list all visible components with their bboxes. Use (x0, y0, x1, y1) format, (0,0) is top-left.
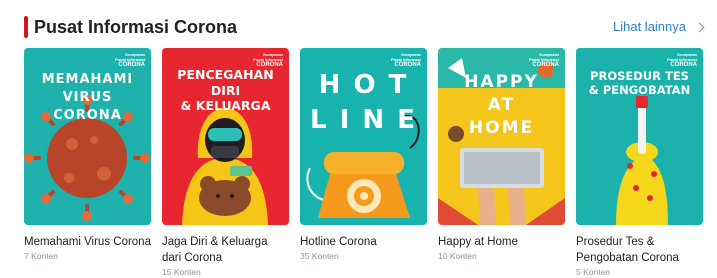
card-hotline-corona[interactable]: Kumparan Pusat Informasi CORONA H O T L … (300, 48, 427, 278)
card-content-count: 7 Konten (24, 251, 59, 261)
cover-headline: HAPPY AT HOME (464, 72, 539, 138)
see-more-link[interactable]: Lihat lainnya (613, 18, 705, 36)
cover-brand-badge: Kumparan Pusat Informasi CORONA (666, 52, 697, 68)
card-title[interactable]: Happy at Home (438, 234, 565, 250)
card-title[interactable]: Memahami Virus Corona (24, 234, 151, 250)
card-content-count: 35 Konten (300, 251, 339, 261)
card-content-count: 5 Konten (576, 267, 611, 277)
cover-brand-badge: Kumparan Pusat Informasi CORONA (528, 52, 559, 68)
card-happy-at-home[interactable]: Kumparan Pusat Informasi CORONA HAPPY AT… (438, 48, 565, 278)
cover-brand-badge: Kumparan Pusat Informasi CORONA (390, 52, 421, 68)
card-content-count: 15 Konten (162, 267, 201, 277)
card-content-count: 10 Konten (438, 251, 477, 261)
corona-info-section: Pusat Informasi Corona Lihat lainnya Kum… (0, 0, 717, 278)
cover-headline: MEMAHAMI VIRUS CORONA (41, 72, 134, 123)
cover-headline: PROSEDUR TES & PENGOBATAN (588, 69, 691, 97)
card-title[interactable]: Jaga Diri & Keluarga dari Corona (162, 234, 289, 266)
card-list: Kumparan Pusat Informasi CORONA MEMAHAMI… (24, 48, 703, 278)
card-memahami-virus-corona[interactable]: Kumparan Pusat Informasi CORONA MEMAHAMI… (24, 48, 151, 278)
cover-brand-badge: Kumparan Pusat Informasi CORONA (114, 52, 145, 68)
cover-headline: PENCEGAHAN DIRI & KELUARGA (177, 67, 274, 113)
card-prosedur-tes-pengobatan[interactable]: Kumparan Pusat Informasi CORONA PROSEDUR… (576, 48, 703, 278)
card-title[interactable]: Prosedur Tes & Pengobatan Corona (576, 234, 703, 266)
card-title[interactable]: Hotline Corona (300, 234, 427, 250)
card-cover[interactable]: Kumparan Pusat Informasi CORONA MEMAHAMI… (24, 48, 151, 225)
title-accent-bar (24, 16, 28, 38)
cover-headline: H O T L I N E (310, 70, 417, 135)
card-cover[interactable]: Kumparan Pusat Informasi CORONA HAPPY AT… (438, 48, 565, 225)
card-cover[interactable]: Kumparan Pusat Informasi CORONA PENCEGAH… (162, 48, 289, 225)
card-cover[interactable]: Kumparan Pusat Informasi CORONA PROSEDUR… (576, 48, 703, 225)
chevron-right-icon[interactable] (694, 22, 705, 33)
see-more-label[interactable]: Lihat lainnya (613, 18, 686, 36)
card-cover[interactable]: Kumparan Pusat Informasi CORONA H O T L … (300, 48, 427, 225)
section-title: Pusat Informasi Corona (34, 17, 238, 37)
card-jaga-diri-keluarga[interactable]: Kumparan Pusat Informasi CORONA PENCEGAH… (162, 48, 289, 278)
section-header: Pusat Informasi Corona Lihat lainnya (0, 0, 717, 44)
